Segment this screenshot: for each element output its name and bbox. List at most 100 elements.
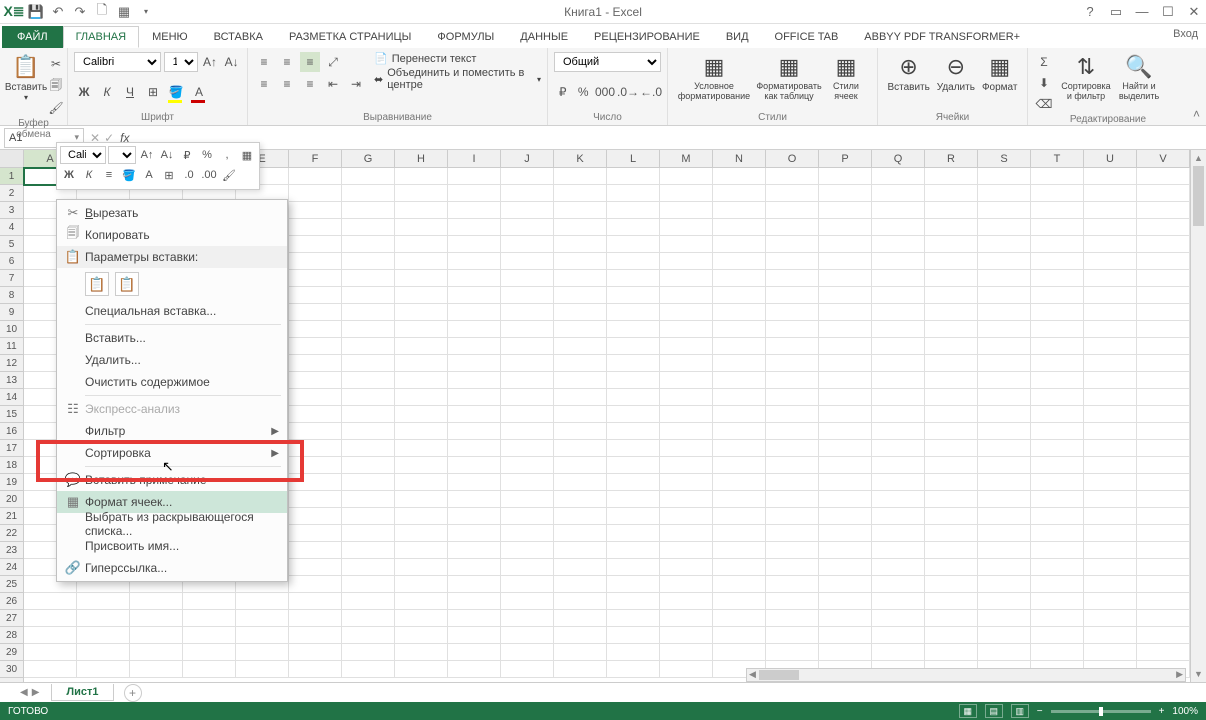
clear-icon[interactable]: ⌫: [1034, 94, 1054, 114]
ctx-hyperlink[interactable]: 🔗Гиперссылка...: [57, 557, 287, 579]
cell[interactable]: [607, 491, 660, 508]
cell[interactable]: [819, 406, 872, 423]
cell[interactable]: [1031, 270, 1084, 287]
cell[interactable]: [819, 253, 872, 270]
cell[interactable]: [660, 202, 713, 219]
cell[interactable]: [872, 185, 925, 202]
cell[interactable]: [289, 661, 342, 678]
cell[interactable]: [713, 202, 766, 219]
cell[interactable]: [289, 168, 342, 185]
cell[interactable]: [1031, 508, 1084, 525]
cell[interactable]: [978, 491, 1031, 508]
cell[interactable]: [925, 542, 978, 559]
cell[interactable]: [554, 372, 607, 389]
row-header[interactable]: 17: [0, 440, 23, 457]
cell[interactable]: [925, 355, 978, 372]
col-header[interactable]: T: [1031, 150, 1084, 167]
cell[interactable]: [766, 253, 819, 270]
cell[interactable]: [872, 474, 925, 491]
row-header[interactable]: 28: [0, 627, 23, 644]
cell[interactable]: [1084, 627, 1137, 644]
cell[interactable]: [24, 661, 77, 678]
row-header[interactable]: 29: [0, 644, 23, 661]
cell[interactable]: [607, 474, 660, 491]
cell[interactable]: [660, 423, 713, 440]
comma-icon[interactable]: 000: [595, 82, 615, 102]
cell[interactable]: [978, 559, 1031, 576]
cell[interactable]: [554, 304, 607, 321]
cell[interactable]: [819, 202, 872, 219]
format-as-table-button[interactable]: ▦Форматировать как таблицу: [754, 52, 824, 104]
cell[interactable]: [607, 338, 660, 355]
cell[interactable]: [819, 542, 872, 559]
cell[interactable]: [819, 644, 872, 661]
cell[interactable]: [236, 627, 289, 644]
cell[interactable]: [554, 338, 607, 355]
cell[interactable]: [713, 372, 766, 389]
cell[interactable]: [607, 508, 660, 525]
cell[interactable]: [554, 236, 607, 253]
cell[interactable]: [289, 508, 342, 525]
new-icon[interactable]: 🗋: [94, 4, 110, 20]
cell[interactable]: [978, 627, 1031, 644]
cell[interactable]: [766, 270, 819, 287]
orientation-icon[interactable]: ⤢: [323, 52, 343, 72]
cell[interactable]: [1137, 389, 1190, 406]
cell[interactable]: [819, 525, 872, 542]
cut-icon[interactable]: ✂: [46, 54, 66, 74]
insert-cells-button[interactable]: ⊕Вставить: [884, 52, 933, 95]
cell[interactable]: [766, 559, 819, 576]
cell[interactable]: [448, 185, 501, 202]
cell[interactable]: [342, 610, 395, 627]
cell[interactable]: [766, 168, 819, 185]
cell[interactable]: [130, 644, 183, 661]
decrease-font-icon[interactable]: A↓: [222, 52, 241, 72]
cell[interactable]: [501, 423, 554, 440]
cell[interactable]: [607, 593, 660, 610]
cell[interactable]: [289, 440, 342, 457]
collapse-ribbon-icon[interactable]: ˄: [1193, 107, 1200, 121]
cell[interactable]: [607, 253, 660, 270]
cell[interactable]: [289, 219, 342, 236]
cell[interactable]: [554, 559, 607, 576]
cell[interactable]: [978, 406, 1031, 423]
cell[interactable]: [1031, 287, 1084, 304]
cell[interactable]: [713, 457, 766, 474]
cell[interactable]: [554, 491, 607, 508]
cell[interactable]: [448, 253, 501, 270]
cell[interactable]: [872, 338, 925, 355]
cell[interactable]: [713, 270, 766, 287]
cell[interactable]: [978, 236, 1031, 253]
cell[interactable]: [395, 423, 448, 440]
row-header[interactable]: 5: [0, 236, 23, 253]
cell[interactable]: [1137, 304, 1190, 321]
cell[interactable]: [501, 610, 554, 627]
cell[interactable]: [501, 491, 554, 508]
cell[interactable]: [660, 491, 713, 508]
paste-option-values[interactable]: 📋: [115, 272, 139, 296]
cell[interactable]: [395, 440, 448, 457]
cell[interactable]: [713, 304, 766, 321]
cell[interactable]: [342, 355, 395, 372]
row-header[interactable]: 8: [0, 287, 23, 304]
cell[interactable]: [342, 270, 395, 287]
mini-decrease-font-icon[interactable]: A↓: [158, 146, 176, 164]
cell[interactable]: [1031, 474, 1084, 491]
cell[interactable]: [978, 542, 1031, 559]
row-header[interactable]: 24: [0, 559, 23, 576]
ribbon-display-icon[interactable]: ▭: [1108, 4, 1124, 20]
cell[interactable]: [1137, 610, 1190, 627]
cell[interactable]: [1137, 491, 1190, 508]
cell[interactable]: [289, 321, 342, 338]
cell[interactable]: [819, 287, 872, 304]
col-header[interactable]: P: [819, 150, 872, 167]
cell[interactable]: [342, 202, 395, 219]
cell[interactable]: [766, 338, 819, 355]
redo-icon[interactable]: ↷: [72, 4, 88, 20]
number-format-select[interactable]: Общий: [554, 52, 661, 72]
cell[interactable]: [607, 389, 660, 406]
row-header[interactable]: 30: [0, 661, 23, 678]
cell[interactable]: [978, 304, 1031, 321]
cell[interactable]: [501, 338, 554, 355]
cell[interactable]: [660, 542, 713, 559]
